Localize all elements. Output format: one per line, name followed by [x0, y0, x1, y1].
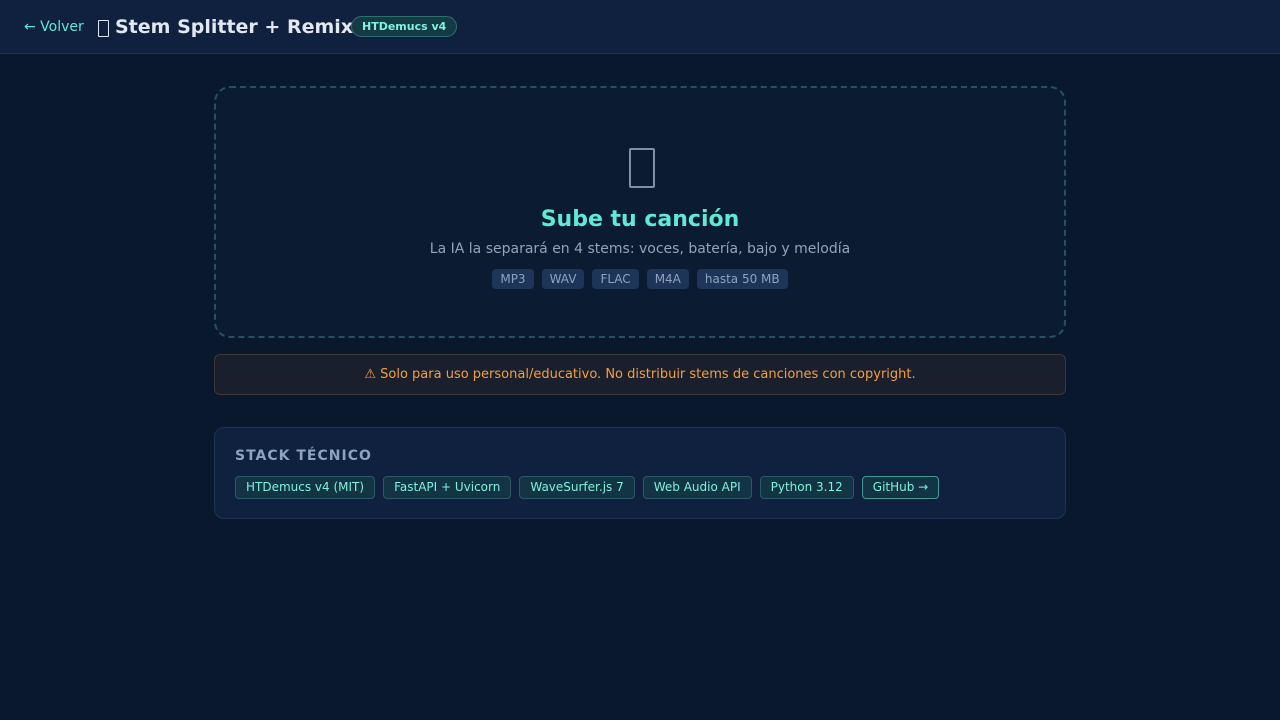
stack-chip-htdemucs: HTDemucs v4 (MIT): [235, 476, 376, 499]
top-bar: ← Volver Stem Splitter + Remix HTDemucs …: [0, 0, 1280, 54]
tech-stack-card: STACK TÉCNICO HTDemucs v4 (MIT) FastAPI …: [214, 427, 1066, 519]
stack-chip-fastapi: FastAPI + Uvicorn: [383, 476, 512, 499]
format-chip-flac: FLAC: [592, 269, 639, 289]
back-link[interactable]: ← Volver: [24, 18, 84, 36]
model-badge: HTDemucs v4: [351, 16, 458, 37]
format-chip-wav: WAV: [541, 269, 585, 289]
copyright-warning: ⚠ Solo para uso personal/educativo. No d…: [214, 354, 1066, 395]
tech-stack-heading: STACK TÉCNICO: [235, 448, 372, 464]
title-group: Stem Splitter + Remix: [98, 14, 353, 40]
upload-title: Sube tu canción: [540, 207, 740, 232]
page-title: Stem Splitter + Remix: [115, 16, 354, 38]
stack-chip-python: Python 3.12: [759, 476, 854, 499]
github-link[interactable]: GitHub →: [861, 476, 940, 499]
file-icon: [98, 19, 109, 37]
upload-file-icon: [629, 148, 655, 188]
tech-stack-list: HTDemucs v4 (MIT) FastAPI + Uvicorn Wave…: [235, 476, 940, 499]
upload-subtitle: La IA la separará en 4 stems: voces, bat…: [429, 241, 851, 257]
format-chip-size-limit: hasta 50 MB: [696, 269, 788, 289]
stack-chip-web-audio: Web Audio API: [642, 476, 752, 499]
format-list: MP3 WAV FLAC M4A hasta 50 MB: [216, 269, 1064, 289]
format-chip-m4a: M4A: [646, 269, 689, 289]
stack-chip-wavesurfer: WaveSurfer.js 7: [519, 476, 635, 499]
upload-dropzone[interactable]: Sube tu canción La IA la separará en 4 s…: [214, 86, 1066, 338]
format-chip-mp3: MP3: [492, 269, 534, 289]
